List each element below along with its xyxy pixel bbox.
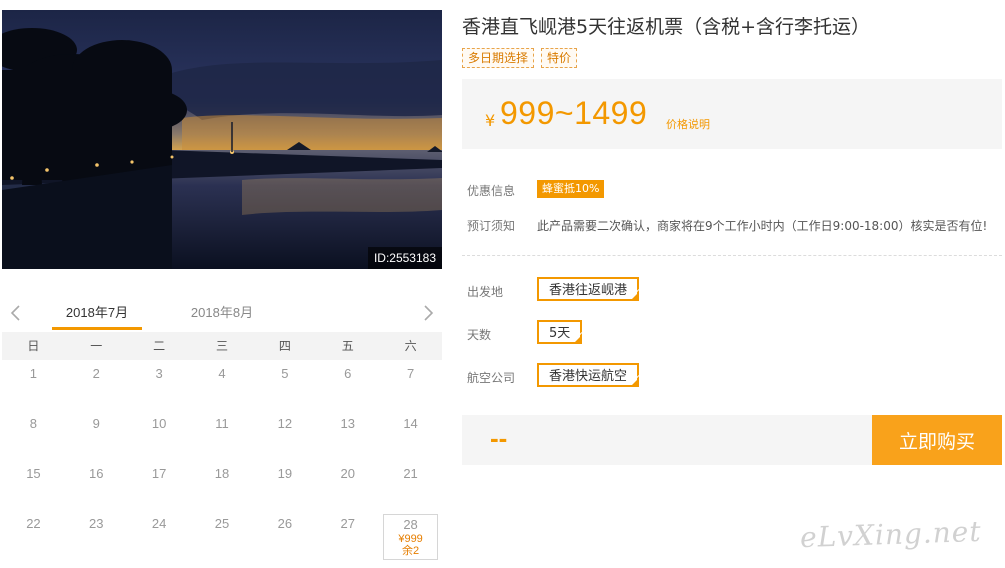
tag-multi-date: 多日期选择 <box>462 48 535 68</box>
chevron-right-icon[interactable] <box>418 302 438 324</box>
departure-option-text: 香港往返岘港 <box>549 283 628 298</box>
date-calendar: 2018年7月 2018年8月 日 一 二 三 四 五 六 1 2 3 4 5 … <box>2 298 442 568</box>
promo-label: 优惠信息 <box>467 184 516 198</box>
calendar-day: 2 <box>92 366 100 381</box>
weekday-label: 一 <box>90 339 103 353</box>
day-stock: 余2 <box>402 545 420 557</box>
airline-label: 航空公司 <box>467 371 516 385</box>
weekday-label: 三 <box>215 339 228 353</box>
calendar-day: 21 <box>403 466 418 481</box>
selected-corner-icon <box>573 330 583 344</box>
calendar-day: 27 <box>340 516 355 531</box>
total-price: -- <box>490 423 508 453</box>
weekday-label: 二 <box>153 339 166 353</box>
price-currency: ¥ <box>485 111 496 130</box>
promo-badge: 蜂蜜抵10% <box>537 180 605 198</box>
calendar-day: 10 <box>151 416 167 431</box>
weekday-label: 四 <box>278 339 291 353</box>
calendar-day: 4 <box>218 366 226 381</box>
days-label: 天数 <box>467 328 492 342</box>
airline-option[interactable]: 香港快运航空 <box>537 363 640 387</box>
buy-now-button[interactable]: 立即购买 <box>872 415 1002 465</box>
chevron-left-icon[interactable] <box>6 302 26 324</box>
sunset-pool-photo <box>2 10 442 269</box>
price-range: 999~1499 <box>500 95 648 131</box>
calendar-day: 3 <box>155 366 163 381</box>
price-explanation-link[interactable]: 价格说明 <box>666 116 710 132</box>
weekday-label: 六 <box>404 339 417 353</box>
calendar-day: 18 <box>214 466 230 481</box>
calendar-day: 17 <box>151 466 167 481</box>
calendar-day: 5 <box>281 366 289 381</box>
product-photo: ID:2553183 <box>2 10 442 269</box>
price-panel: ¥ 999~1499 价格说明 <box>462 79 1002 149</box>
purchase-bar: -- <box>462 415 872 465</box>
calendar-day: 7 <box>406 366 415 381</box>
section-divider <box>462 255 1002 256</box>
day-number: 28 <box>403 517 418 532</box>
selected-corner-icon <box>630 287 640 301</box>
calendar-day: 22 <box>26 516 41 531</box>
calendar-day: 23 <box>89 516 104 531</box>
calendar-day: 25 <box>214 516 230 531</box>
selected-corner-icon <box>630 373 640 387</box>
tab-month-july[interactable]: 2018年7月 <box>52 298 142 330</box>
departure-label: 出发地 <box>467 285 504 299</box>
calendar-day: 14 <box>403 416 418 431</box>
site-watermark: eLvXing.net <box>799 514 983 555</box>
product-title: 香港直飞岘港5天往返机票（含税+含行李托运） <box>462 16 871 38</box>
day-price: ¥999 <box>398 533 423 545</box>
tab-month-august[interactable]: 2018年8月 <box>177 298 267 330</box>
departure-option[interactable]: 香港往返岘港 <box>537 277 640 301</box>
calendar-day: 1 <box>29 366 38 381</box>
calendar-day: 15 <box>26 466 41 481</box>
calendar-day: 9 <box>92 416 100 431</box>
photo-id-badge: ID:2553183 <box>367 247 442 269</box>
calendar-day: 26 <box>277 516 293 531</box>
calendar-day-grid: 1 2 3 4 5 6 7 8 9 10 11 12 13 14 15 16 1… <box>2 360 442 560</box>
calendar-day: 19 <box>277 466 293 481</box>
weekday-header: 日 一 二 三 四 五 六 <box>2 332 442 360</box>
calendar-day: 8 <box>29 416 38 431</box>
weekday-label: 五 <box>341 339 354 353</box>
calendar-day-available[interactable]: 28 ¥999 余2 <box>383 514 438 560</box>
calendar-day: 24 <box>151 516 167 531</box>
calendar-day: 13 <box>340 416 355 431</box>
booking-notice: 此产品需要二次确认，商家将在9个工作小时内（工作日9:00-18:00）核实是否… <box>537 219 988 233</box>
calendar-day: 12 <box>277 416 293 431</box>
calendar-nav: 2018年7月 2018年8月 <box>2 298 442 330</box>
notice-label: 预订须知 <box>467 219 516 233</box>
days-option[interactable]: 5天 <box>537 320 583 344</box>
airline-option-text: 香港快运航空 <box>549 369 628 384</box>
calendar-day: 16 <box>89 466 104 481</box>
tag-special-price: 特价 <box>541 48 578 68</box>
calendar-day: 11 <box>215 416 229 431</box>
days-option-text: 5天 <box>549 326 571 341</box>
calendar-day: 20 <box>340 466 355 481</box>
calendar-day: 6 <box>344 366 352 381</box>
product-tags: 多日期选择 特价 <box>462 48 578 68</box>
weekday-label: 日 <box>27 339 40 353</box>
